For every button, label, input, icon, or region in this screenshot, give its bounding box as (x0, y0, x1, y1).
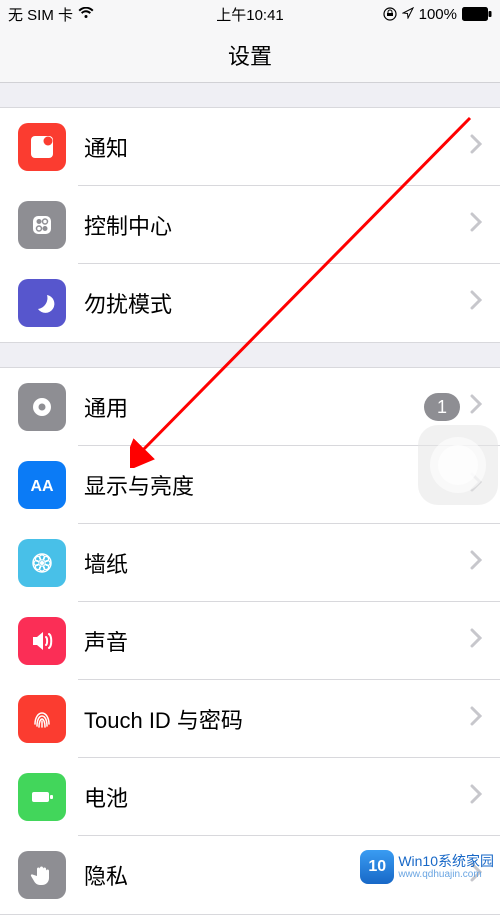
chevron-right-icon (470, 549, 482, 577)
chevron-right-icon (470, 289, 482, 317)
title-bar: 设置 (0, 28, 500, 83)
status-right: 100% (383, 6, 492, 23)
control-center-icon (18, 201, 66, 249)
hand-icon (18, 851, 66, 899)
assistive-touch[interactable] (418, 425, 498, 505)
battery-percent: 100% (419, 6, 457, 23)
watermark: 10 Win10系统家园 www.qdhuajin.com (360, 850, 494, 884)
row-label: Touch ID 与密码 (84, 703, 470, 735)
location-icon (402, 6, 414, 23)
battery-icon (18, 773, 66, 821)
row-wallpaper[interactable]: 墙纸 (0, 524, 500, 602)
watermark-logo: 10 (360, 850, 394, 884)
status-bar: 无 SIM 卡 上午10:41 100% (0, 0, 500, 28)
battery-icon (462, 7, 492, 21)
speaker-icon (18, 617, 66, 665)
badge: 1 (424, 393, 460, 421)
watermark-title: Win10系统家园 (398, 854, 494, 869)
row-control-center[interactable]: 控制中心 (0, 186, 500, 264)
chevron-right-icon (470, 627, 482, 655)
status-left: 无 SIM 卡 (8, 4, 94, 25)
row-label: 电池 (84, 781, 470, 813)
row-label: 通用 (84, 391, 424, 423)
row-label: 控制中心 (84, 209, 470, 241)
chevron-right-icon (470, 393, 482, 421)
page-title: 设置 (228, 39, 272, 71)
row-label: 通知 (84, 131, 470, 163)
status-time: 上午10:41 (216, 4, 284, 25)
moon-icon (18, 279, 66, 327)
fingerprint-icon (18, 695, 66, 743)
row-dnd[interactable]: 勿扰模式 (0, 264, 500, 342)
notifications-icon (18, 123, 66, 171)
chevron-right-icon (470, 133, 482, 161)
rotation-lock-icon (383, 7, 397, 21)
wallpaper-icon (18, 539, 66, 587)
display-icon: AA (18, 461, 66, 509)
row-label: 显示与亮度 (84, 469, 470, 501)
watermark-sub: www.qdhuajin.com (398, 869, 494, 880)
chevron-right-icon (470, 211, 482, 239)
gear-icon (18, 383, 66, 431)
carrier-text: 无 SIM 卡 (8, 4, 73, 25)
wifi-icon (78, 6, 94, 23)
row-touchid[interactable]: Touch ID 与密码 (0, 680, 500, 758)
svg-text:AA: AA (30, 478, 54, 495)
row-label: 墙纸 (84, 547, 470, 579)
row-label: 声音 (84, 625, 470, 657)
row-battery[interactable]: 电池 (0, 758, 500, 836)
chevron-right-icon (470, 705, 482, 733)
row-sounds[interactable]: 声音 (0, 602, 500, 680)
settings-group-1: 通知 控制中心 勿扰模式 (0, 107, 500, 343)
chevron-right-icon (470, 783, 482, 811)
row-label: 勿扰模式 (84, 287, 470, 319)
row-notifications[interactable]: 通知 (0, 108, 500, 186)
